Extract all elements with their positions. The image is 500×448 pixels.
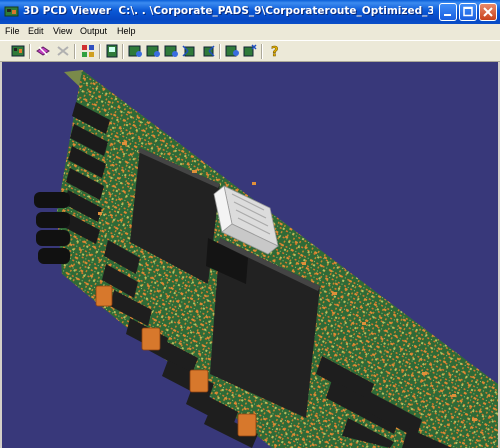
pcb-3d-render [34,70,498,448]
svg-text:?: ? [271,45,279,59]
toolbar: ? [0,40,500,62]
grid-icon[interactable] [80,43,96,59]
layer-icon[interactable] [35,43,51,59]
view-right-icon[interactable] [163,43,179,59]
title-bar[interactable]: 3D PCD Viewer C:\. . \Corporate_PADS_9\C… [0,0,500,24]
menu-edit[interactable]: Edit [28,26,44,36]
minimize-button[interactable] [439,3,457,21]
toolbar-separator [219,44,221,59]
menu-output[interactable]: Output [80,26,107,36]
window-title: 3D PCD Viewer C:\. . \Corporate_PADS_9\C… [23,5,433,17]
menu-bar: File Edit View Output Help [0,24,500,40]
disabled-icon[interactable] [55,43,71,59]
menu-file[interactable]: File [5,26,20,36]
open-icon[interactable] [10,43,26,59]
rotate-icon[interactable] [181,43,197,59]
help-icon[interactable]: ? [266,43,282,59]
menu-help[interactable]: Help [117,26,136,36]
toolbar-separator [122,44,124,59]
app-window: 3D PCD Viewer C:\. . \Corporate_PADS_9\C… [0,0,500,448]
view-left-icon[interactable] [145,43,161,59]
view-iso-icon[interactable] [224,43,240,59]
view-front-icon[interactable] [127,43,143,59]
minimize-icon [444,14,451,16]
menu-view[interactable]: View [53,26,72,36]
app-icon [4,6,19,17]
close-button[interactable] [479,3,497,21]
toolbar-separator [261,44,263,59]
maximize-button[interactable] [459,3,477,21]
3d-viewport[interactable] [2,62,498,448]
close-icon [483,7,493,17]
view-top-icon[interactable] [104,43,120,59]
toolbar-separator [99,44,101,59]
toolbar-separator [29,44,31,59]
maximize-icon [463,6,473,17]
zoom-icon[interactable] [242,43,258,59]
rotate-alt-icon[interactable] [200,43,216,59]
toolbar-separator [74,44,76,59]
